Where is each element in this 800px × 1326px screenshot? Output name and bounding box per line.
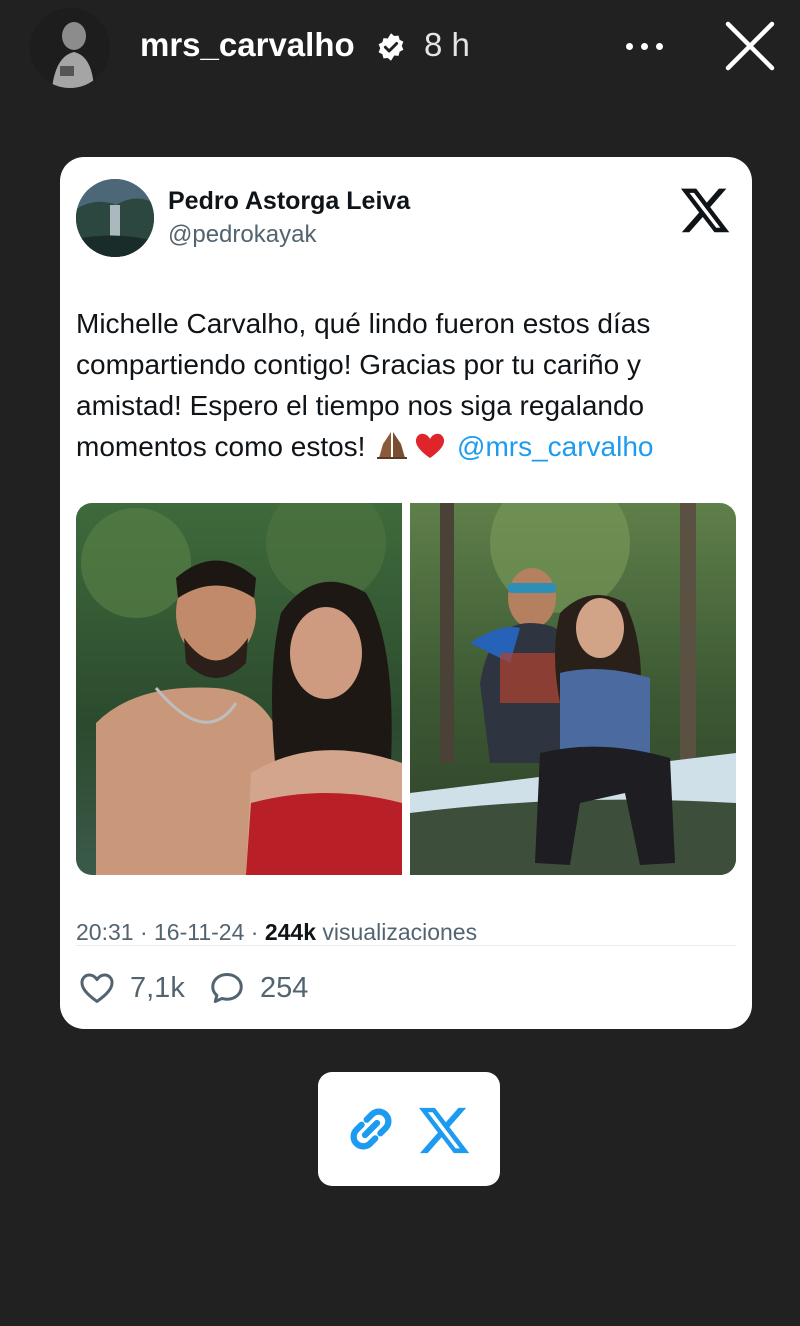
story-time: 8 h: [424, 26, 470, 63]
tweet-time: 20:31: [76, 919, 134, 945]
avatar[interactable]: [30, 8, 110, 88]
x-logo-icon: [419, 1107, 470, 1154]
link-sticker[interactable]: [318, 1072, 500, 1186]
tweet-author-avatar[interactable]: [76, 179, 154, 257]
photo-right[interactable]: [410, 503, 736, 875]
story-header: mrs_carvalho 8 h: [0, 0, 800, 96]
tweet-author-handle[interactable]: @pedrokayak: [168, 221, 316, 249]
avatar-image: [76, 179, 154, 257]
replies-count: 254: [260, 971, 309, 1004]
tweet-date: 16-11-24: [154, 919, 245, 945]
meta-separator: ·: [244, 919, 265, 945]
heart-icon: [80, 973, 114, 1003]
photo-couple-waterside: [76, 503, 402, 875]
tweet-text: Michelle Carvalho, qué lindo fueron esto…: [76, 303, 736, 467]
red-heart-emoji: [411, 430, 449, 460]
photo-left[interactable]: [76, 503, 402, 875]
meta-separator: ·: [133, 919, 155, 945]
avatar-image: [30, 8, 110, 88]
likes-count: 7,1k: [130, 971, 185, 1004]
mention-link[interactable]: @mrs_carvalho: [457, 431, 653, 462]
tweet-media[interactable]: [76, 503, 736, 875]
views-count: 244k: [264, 919, 317, 945]
divider: [76, 945, 736, 946]
tweet-author-name[interactable]: Pedro Astorga Leiva: [168, 187, 410, 216]
folded-hands-emoji: [373, 430, 411, 460]
x-logo-icon: [680, 188, 730, 233]
like-button[interactable]: 7,1k: [78, 969, 185, 1007]
comment-bubble-icon: [211, 973, 243, 1003]
tweet-card[interactable]: Pedro Astorga Leiva @pedrokayak Michelle…: [60, 157, 752, 1029]
story-username[interactable]: mrs_carvalho: [140, 26, 355, 64]
views-label: visualizaciones: [322, 919, 478, 945]
close-icon[interactable]: [722, 18, 778, 74]
tweet-meta: 20:31 · 16-11-24 · 244k visualizaciones: [76, 919, 477, 946]
photo-couple-river: [410, 503, 736, 875]
verified-icon: [378, 33, 404, 61]
more-icon[interactable]: [626, 34, 672, 58]
reply-button[interactable]: 254: [208, 969, 308, 1007]
link-icon: [350, 1108, 392, 1150]
